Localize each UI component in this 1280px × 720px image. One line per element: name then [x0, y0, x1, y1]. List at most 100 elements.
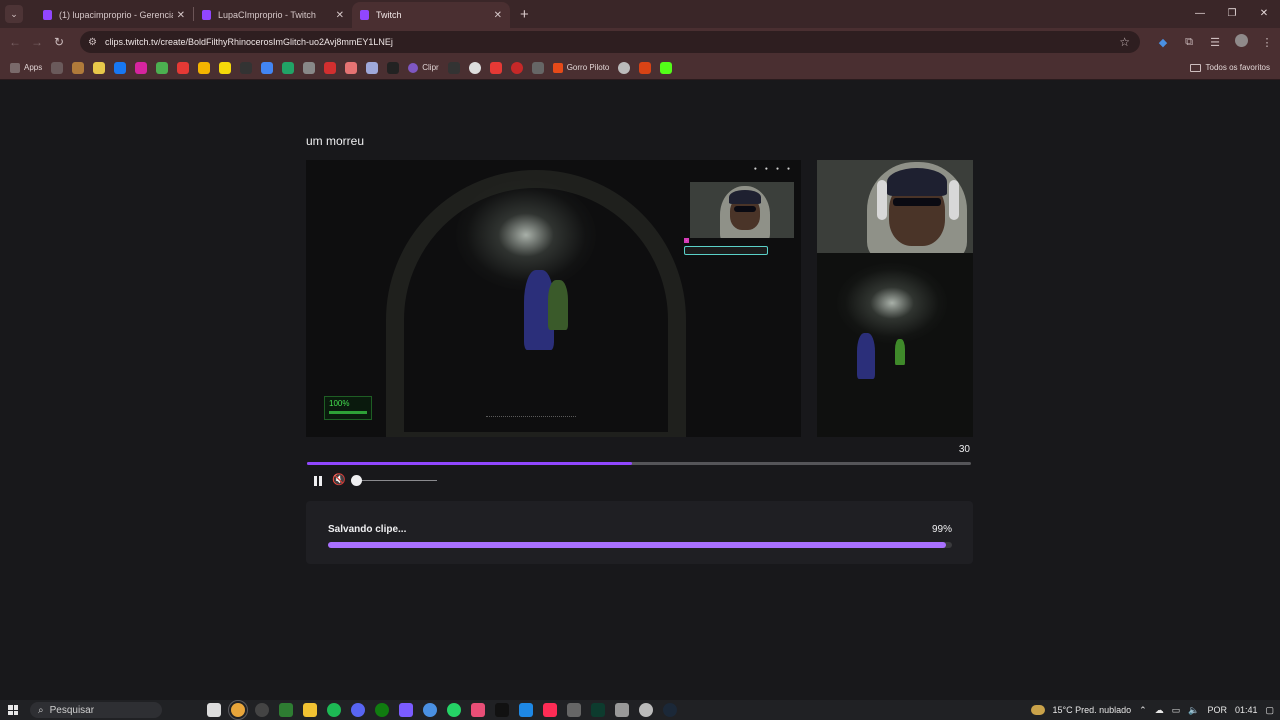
app-icon[interactable]: [255, 703, 269, 717]
app-icon[interactable]: [519, 703, 533, 717]
kick-icon[interactable]: [660, 61, 673, 74]
monitor-icon[interactable]: ▭: [1172, 705, 1181, 716]
bookmark-icon[interactable]: [156, 61, 169, 74]
bookmark-icon[interactable]: [72, 61, 85, 74]
bookmark-icon[interactable]: [639, 61, 652, 74]
bookmark-star-icon[interactable]: ☆: [1119, 35, 1130, 49]
game-icon[interactable]: [399, 703, 413, 717]
bookmark-icon[interactable]: [240, 61, 253, 74]
bookmark-icon[interactable]: [489, 61, 502, 74]
all-bookmarks-label: Todos os favoritos: [1205, 63, 1270, 72]
tab-gerenciador[interactable]: (1) lupacimproprio - Gerenciador ✕: [35, 2, 193, 28]
app-icon[interactable]: [279, 703, 293, 717]
bookmark-icon[interactable]: [468, 61, 481, 74]
facebook-icon[interactable]: [114, 61, 127, 74]
app-icon[interactable]: [423, 703, 437, 717]
bookmark-clipr[interactable]: Clipr: [408, 62, 439, 73]
seek-bar[interactable]: [307, 462, 971, 465]
mute-icon[interactable]: 🔇: [332, 473, 346, 486]
bookmark-label: Gorro Piloto: [566, 63, 610, 72]
app-icon[interactable]: [567, 703, 581, 717]
bookmark-gorro-piloto[interactable]: Gorro Piloto: [552, 62, 610, 73]
bookmark-icon[interactable]: [219, 61, 232, 74]
spotify-icon[interactable]: [327, 703, 341, 717]
tiktok-icon[interactable]: [495, 703, 509, 717]
tab-title: Twitch: [376, 10, 402, 20]
clock[interactable]: 01:41: [1235, 705, 1258, 715]
reading-list-icon[interactable]: ☰: [1202, 36, 1228, 49]
all-bookmarks[interactable]: Todos os favoritos: [1189, 63, 1270, 72]
chat-message-box: [684, 246, 768, 255]
app-icon[interactable]: [615, 703, 629, 717]
close-window-button[interactable]: ✕: [1248, 0, 1280, 28]
bookmark-icon[interactable]: [387, 61, 400, 74]
language-indicator[interactable]: POR: [1207, 705, 1227, 715]
chrome-icon[interactable]: [228, 700, 248, 720]
vertical-preview[interactable]: [817, 160, 973, 437]
steam-icon[interactable]: [663, 703, 677, 717]
extensions-puzzle-icon[interactable]: ⧉: [1176, 36, 1202, 49]
settings-icon[interactable]: [639, 703, 653, 717]
site-info-icon[interactable]: ⚙: [88, 37, 97, 48]
tab-twitch-active[interactable]: Twitch ✕: [352, 2, 510, 28]
tab-search-button[interactable]: ⌄: [5, 5, 23, 23]
webcam-overlay: ● ● ● ● ·: [682, 166, 794, 256]
chevron-up-icon[interactable]: ⌃: [1139, 705, 1147, 716]
folder-icon[interactable]: [303, 703, 317, 717]
bookmark-icon[interactable]: [345, 61, 358, 74]
clipr-icon: [408, 62, 419, 73]
tab-strip: ⌄ (1) lupacimproprio - Gerenciador ✕ Lup…: [0, 0, 1280, 28]
cloud-icon[interactable]: ☁: [1155, 705, 1164, 716]
avatar[interactable]: [1228, 34, 1254, 50]
forward-icon[interactable]: →: [26, 35, 48, 49]
window-controls: — ❐ ✕: [1184, 0, 1280, 28]
windows-start-icon[interactable]: [8, 705, 18, 715]
close-tab-icon[interactable]: ✕: [336, 10, 344, 21]
bookmark-icon[interactable]: [531, 61, 544, 74]
bookmark-icon[interactable]: [282, 61, 295, 74]
bookmark-icon[interactable]: [324, 61, 337, 74]
bookmark-icon[interactable]: [303, 61, 316, 74]
new-tab-button[interactable]: +: [520, 6, 529, 23]
omnibox[interactable]: ⚙ clips.twitch.tv/create/BoldFilthyRhino…: [80, 31, 1140, 53]
whatsapp-icon[interactable]: [447, 703, 461, 717]
bookmark-icon[interactable]: [177, 61, 190, 74]
extension-icon[interactable]: ◆: [1150, 36, 1176, 49]
minimize-button[interactable]: —: [1184, 0, 1216, 28]
app-icon[interactable]: [591, 703, 605, 717]
bookmark-icon[interactable]: [510, 61, 523, 74]
bookmark-icon[interactable]: [618, 61, 631, 74]
file-icon[interactable]: [207, 703, 221, 717]
bookmark-icon[interactable]: [261, 61, 274, 74]
app-icon[interactable]: [471, 703, 485, 717]
menu-kebab-icon[interactable]: ⋮: [1254, 36, 1280, 49]
bookmark-icon[interactable]: [93, 61, 106, 74]
close-tab-icon[interactable]: ✕: [177, 10, 185, 21]
back-icon[interactable]: ←: [4, 35, 26, 49]
taskbar-apps: [202, 700, 682, 720]
volume-slider[interactable]: [357, 480, 437, 481]
reload-icon[interactable]: ↻: [48, 35, 70, 49]
restore-button[interactable]: ❐: [1216, 0, 1248, 28]
url-text[interactable]: clips.twitch.tv/create/BoldFilthyRhinoce…: [105, 37, 393, 47]
bookmark-icon[interactable]: [198, 61, 211, 74]
clip-editor-page: um morreu 100% ● ● ● ● · 30 🔇 Salvando c…: [0, 81, 1280, 701]
tab-lupa-twitch[interactable]: LupaCImproprio - Twitch ✕: [194, 2, 352, 28]
bookmark-apps[interactable]: Apps: [10, 62, 42, 73]
taskbar-search[interactable]: ⌕ Pesquisar: [30, 702, 162, 718]
instagram-icon[interactable]: [135, 61, 148, 74]
pause-button[interactable]: [312, 475, 324, 487]
close-tab-icon[interactable]: ✕: [494, 10, 502, 21]
volume-icon[interactable]: 🔈: [1188, 705, 1199, 716]
discord-icon[interactable]: [351, 703, 365, 717]
weather-icon[interactable]: [1030, 705, 1045, 715]
weather-text[interactable]: 15°C Pred. nublado: [1053, 705, 1132, 715]
volume-handle[interactable]: [351, 475, 362, 486]
bookmark-icon[interactable]: [447, 61, 460, 74]
notification-icon[interactable]: ▢: [1265, 705, 1274, 716]
xbox-icon[interactable]: [375, 703, 389, 717]
grid-icon[interactable]: [51, 61, 64, 74]
bookmark-icon[interactable]: [366, 61, 379, 74]
clip-preview-video[interactable]: 100% ● ● ● ● ·: [306, 160, 801, 437]
tiktok-icon[interactable]: [543, 703, 557, 717]
